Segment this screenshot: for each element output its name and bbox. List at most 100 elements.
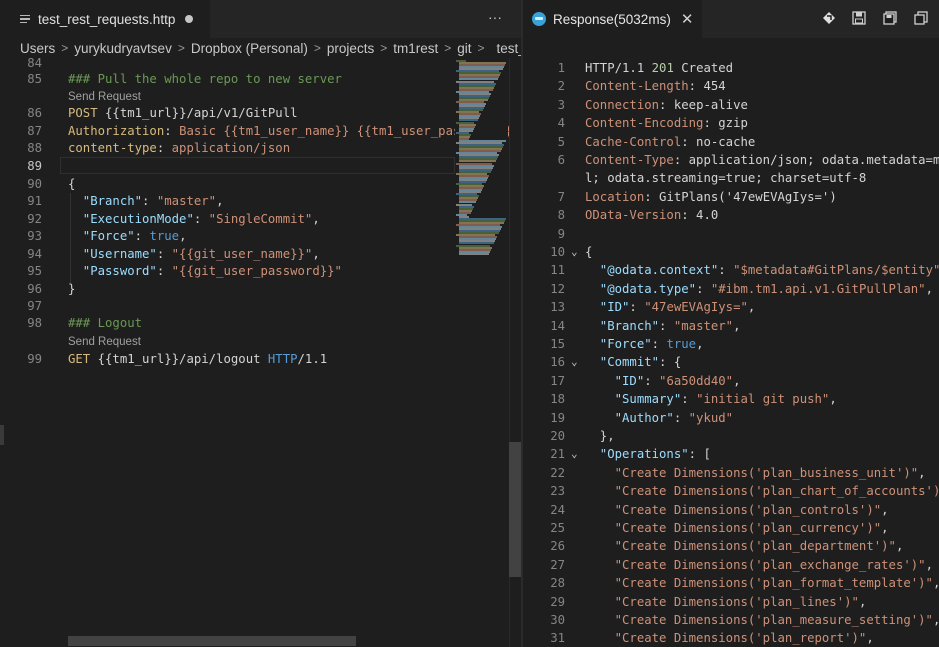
- code-token: true: [666, 337, 697, 351]
- line-number: 29: [550, 594, 565, 609]
- save-body-icon[interactable]: [883, 11, 897, 25]
- send-request-codelens[interactable]: Send Request: [68, 334, 141, 350]
- code-token: :: [164, 124, 180, 138]
- code-token: }: [68, 282, 76, 296]
- line-text: "Branch": "master",: [585, 317, 741, 335]
- line-text: "Password": "{{git_user_password}}": [68, 262, 342, 280]
- tab-test-rest-requests[interactable]: test_rest_requests.http: [0, 0, 210, 38]
- unsaved-dot-icon[interactable]: [185, 15, 194, 23]
- code-line: 97: [0, 297, 521, 315]
- line-number: 23: [550, 484, 565, 499]
- code-line: 17 "ID": "6a50dd40",: [523, 372, 939, 390]
- code-token: Connection: [585, 97, 660, 112]
- code-token: "Password": [68, 264, 157, 278]
- code-line: 91 "Branch": "master",: [0, 192, 521, 210]
- response-tab-title: Response(5032ms): [553, 11, 671, 27]
- code-line: 98 ### Logout: [0, 314, 521, 332]
- line-text: "Operations": [: [585, 445, 711, 463]
- line-number: 89: [27, 159, 42, 173]
- line-text: ### Pull the whole repo to new server: [68, 70, 342, 88]
- line-number: 15: [550, 337, 565, 351]
- line-text: "Create Dimensions('plan_format_template…: [585, 574, 939, 592]
- line-number: 9: [557, 226, 565, 241]
- code-token: /1.1: [297, 352, 328, 366]
- code-token: ,: [312, 212, 320, 226]
- code-line: 29 "Create Dimensions('plan_lines')",: [523, 593, 939, 611]
- minimap[interactable]: [455, 58, 508, 647]
- line-number: 19: [550, 410, 565, 425]
- code-token: : 4.0: [681, 208, 719, 223]
- code-token: Location: [585, 189, 645, 204]
- code-token: "Create Dimensions('plan_format_template…: [585, 576, 933, 591]
- code-token: ,: [866, 631, 874, 646]
- code-token: "ID": [585, 300, 630, 315]
- code-line: 19 "Author": "ykud": [523, 409, 939, 427]
- fold-chevron-icon[interactable]: ⌄: [571, 353, 578, 371]
- copy-icon[interactable]: [914, 11, 928, 25]
- code-token: : 454: [688, 79, 726, 94]
- line-number: 87: [27, 124, 42, 138]
- code-line: 13 "ID": "47ewEVAgIys=",: [523, 298, 939, 316]
- line-text: "Summary": "initial git push",: [585, 390, 837, 408]
- code-token: :: [681, 392, 697, 407]
- breadcrumb-separator-icon: >: [313, 41, 321, 55]
- code-token: "Author": [585, 410, 674, 425]
- line-text: l; odata.streaming=true; charset=utf-8: [585, 169, 866, 187]
- line-number: 90: [27, 177, 42, 191]
- code-token: content-type: [68, 141, 157, 155]
- line-text: "Force": true,: [68, 227, 187, 245]
- line-text: {: [68, 175, 75, 193]
- save-icon[interactable]: [852, 11, 866, 25]
- line-number: 16: [550, 355, 565, 370]
- fold-chevron-icon[interactable]: ⌄: [571, 243, 578, 261]
- code-token: "Branch": [68, 194, 143, 208]
- code-token: "Create Dimensions('plan_lines')": [585, 594, 859, 609]
- code-line: 85 ### Pull the whole repo to new server: [0, 70, 521, 88]
- code-line: 87 Authorization: Basic {{tm1_user_name}}…: [0, 122, 521, 140]
- code-line: 99 GET {{tm1_url}}/api/logout HTTP/1.1: [0, 350, 521, 368]
- minimap-row: [459, 252, 489, 255]
- line-text: HTTP/1.1 201 Created: [585, 59, 733, 77]
- code-token: "Force": [68, 229, 135, 243]
- code-token: {: [68, 177, 76, 191]
- more-actions-icon[interactable]: ···: [488, 9, 502, 25]
- line-number: 3: [557, 97, 565, 112]
- code-token: Created: [673, 61, 734, 75]
- vertical-scrollbar-thumb[interactable]: [509, 442, 521, 577]
- code-token: : {: [659, 355, 682, 370]
- code-line: 10 {⌄: [523, 243, 939, 261]
- line-text: Content-Encoding: gzip: [585, 114, 748, 132]
- breadcrumb-separator-icon: >: [477, 41, 485, 55]
- code-line: 5 Cache-Control: no-cache: [523, 133, 939, 151]
- code-line: 7 Location: GitPlans('47ewEVAgIys='): [523, 188, 939, 206]
- horizontal-scrollbar-thumb[interactable]: [68, 636, 356, 646]
- line-number: 94: [27, 247, 42, 261]
- line-number: 5: [557, 134, 565, 149]
- code-line: 15 "Force": true,: [523, 335, 939, 353]
- line-text: Authorization: Basic {{tm1_user_name}} {…: [68, 122, 512, 140]
- code-token: ,: [858, 594, 867, 609]
- close-icon[interactable]: ✕: [681, 10, 694, 28]
- fold-chevron-icon[interactable]: ⌄: [571, 445, 578, 463]
- code-line: 21 "Operations": [ ⌄: [523, 445, 939, 463]
- send-request-codelens[interactable]: Send Request: [68, 89, 141, 105]
- code-line: 14 "Branch": "master",: [523, 317, 939, 335]
- code-token: ,: [733, 318, 741, 333]
- code-line: 22 "Create Dimensions('plan_business_uni…: [523, 464, 939, 482]
- code-line: 30 "Create Dimensions('plan_measure_sett…: [523, 611, 939, 629]
- line-text: "Create Dimensions('plan_controls')",: [585, 501, 889, 519]
- tab-response[interactable]: Response(5032ms) ✕: [523, 0, 702, 38]
- code-token: Content-Length: [585, 79, 689, 94]
- line-number: 1: [557, 61, 565, 75]
- line-text: "Create Dimensions('plan_measure_setting…: [585, 611, 939, 629]
- code-token: {{tm1_url}}/api/v1/GitPull: [105, 106, 298, 120]
- code-token: ,: [933, 576, 939, 590]
- line-text: Cache-Control: no-cache: [585, 133, 755, 151]
- code-line: 89: [0, 157, 521, 175]
- code-token: "Create Dimensions('plan_currency')": [585, 521, 882, 535]
- line-number: 2: [557, 79, 565, 94]
- git-compare-icon[interactable]: [822, 11, 836, 25]
- line-number: 21: [550, 447, 565, 462]
- code-token: :: [156, 247, 172, 261]
- code-token: ,: [925, 281, 933, 296]
